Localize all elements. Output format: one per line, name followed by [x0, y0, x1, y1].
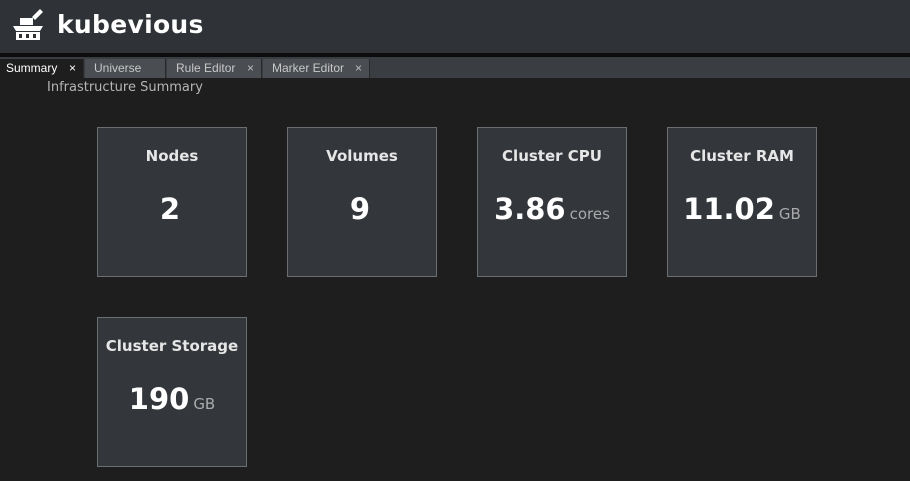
section-title: Infrastructure Summary: [47, 80, 203, 95]
card-value: 9: [288, 192, 436, 226]
card-title: Nodes: [145, 147, 199, 165]
card-title: Cluster CPU: [502, 147, 602, 165]
tab-bar: Summary × Universe Rule Editor × Marker …: [0, 57, 910, 78]
brand-name[interactable]: kubevious: [57, 10, 204, 39]
summary-card-nodes: Nodes 2: [97, 127, 247, 277]
card-number: 190: [128, 382, 190, 416]
tab-rule-editor[interactable]: Rule Editor ×: [167, 59, 262, 78]
close-icon[interactable]: ×: [247, 59, 254, 78]
card-number: 9: [349, 192, 371, 226]
tab-label: Universe: [94, 61, 142, 75]
card-unit: GB: [193, 395, 216, 413]
card-value: 11.02 GB: [668, 192, 816, 226]
summary-card-cluster-cpu: Cluster CPU 3.86 cores: [477, 127, 627, 277]
tab-universe[interactable]: Universe: [85, 59, 166, 78]
summary-card-cluster-ram: Cluster RAM 11.02 GB: [667, 127, 817, 277]
card-number: 2: [159, 192, 181, 226]
app-header: kubevious: [0, 0, 910, 53]
tab-label: Rule Editor: [176, 61, 236, 75]
card-title: Cluster Storage: [105, 337, 239, 355]
tab-marker-editor[interactable]: Marker Editor ×: [263, 59, 370, 78]
card-number: 3.86: [494, 192, 566, 226]
close-icon[interactable]: ×: [355, 59, 362, 78]
summary-card-volumes: Volumes 9: [287, 127, 437, 277]
card-number: 11.02: [683, 192, 775, 226]
card-unit: GB: [778, 205, 801, 223]
summary-card-cluster-storage: Cluster Storage 190 GB: [97, 317, 247, 467]
kubevious-ship-icon[interactable]: [10, 7, 46, 43]
close-icon[interactable]: ×: [69, 59, 76, 78]
card-title: Volumes: [326, 147, 398, 165]
card-value: 3.86 cores: [478, 192, 626, 226]
card-value: 2: [98, 192, 246, 226]
tab-label: Summary: [6, 61, 58, 75]
tab-label: Marker Editor: [272, 61, 345, 75]
card-unit: cores: [569, 205, 610, 223]
card-value: 190 GB: [98, 382, 246, 416]
tab-summary[interactable]: Summary ×: [0, 59, 84, 78]
card-title: Cluster RAM: [690, 147, 794, 165]
